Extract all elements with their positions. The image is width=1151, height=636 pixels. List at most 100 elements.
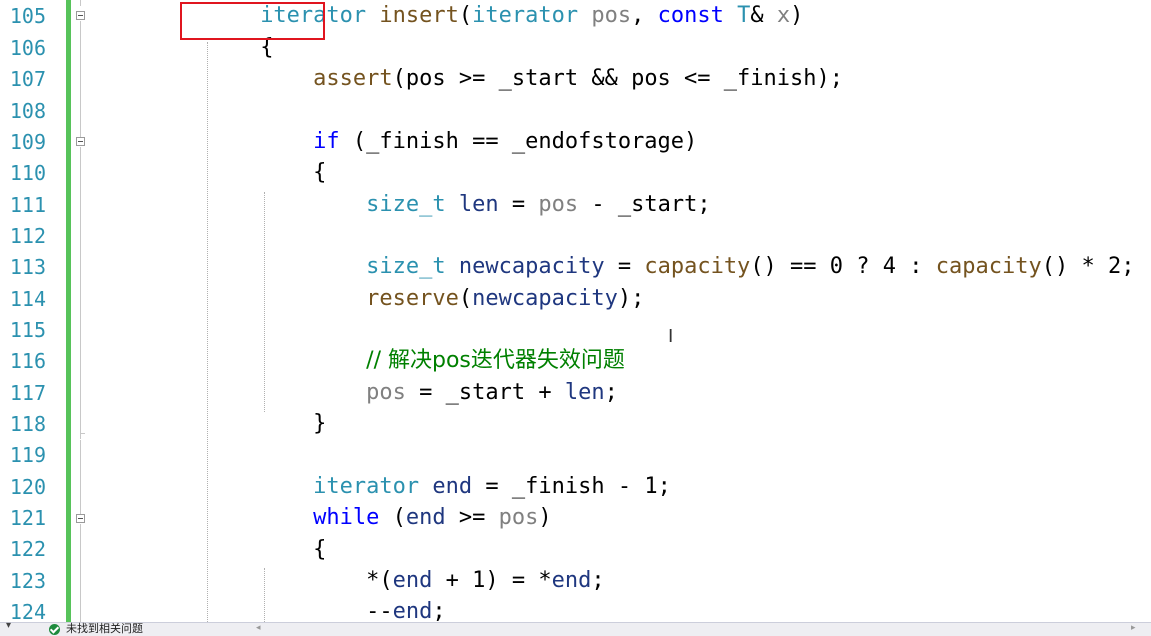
token-function-name: insert (379, 3, 459, 28)
code-line-120: iterator end = _finish - 1; (88, 471, 671, 502)
code-line-107: assert(pos >= _start && pos <= _finish); (88, 63, 843, 94)
token-type: size_t (366, 192, 446, 217)
token-function: capacity (935, 254, 1042, 279)
fold-guide (80, 440, 81, 514)
token-local: newcapacity (472, 286, 618, 311)
token-punct: & (750, 3, 777, 28)
token-function: capacity (644, 254, 751, 279)
token-punct: ( (458, 3, 473, 28)
token-punct: , (631, 3, 658, 28)
token-param: pos (498, 505, 539, 530)
token-local: end (392, 599, 433, 622)
code-line-118: } (88, 408, 326, 439)
line-number: 122 (9, 537, 46, 561)
token-text: -- (366, 599, 393, 622)
collapse-toggle-icon[interactable] (76, 137, 85, 146)
line-number: 121 (9, 506, 46, 530)
token-type: size_t (366, 254, 446, 279)
line-number: 117 (9, 381, 46, 405)
scroll-left-arrow-icon[interactable]: ◂ (256, 623, 261, 633)
token-local: newcapacity (458, 254, 605, 279)
token-text: ; (432, 599, 446, 622)
collapse-toggle-icon[interactable] (76, 11, 85, 20)
token-text: () == 0 ? 4 : (750, 254, 936, 279)
code-line-121: while (end >= pos) (88, 502, 552, 533)
check-circle-icon (49, 624, 60, 635)
line-number: 108 (9, 99, 46, 123)
token-local: end (551, 568, 592, 593)
token-text: *( (366, 568, 393, 593)
fold-guide (80, 21, 81, 137)
line-number: 118 (9, 412, 46, 436)
code-line-110: { (88, 157, 326, 188)
token-text: + 1) = * (432, 568, 552, 593)
fold-guide (80, 524, 81, 622)
collapse-toggle-icon[interactable] (76, 514, 85, 523)
code-line-113: size_t newcapacity = capacity() == 0 ? 4… (88, 251, 1134, 282)
token-type: iterator (313, 474, 420, 499)
line-number: 114 (9, 287, 46, 311)
line-number: 106 (9, 36, 46, 60)
code-line-122: { (88, 534, 326, 565)
token-text: ( (458, 286, 473, 311)
code-line-111: size_t len = pos - _start; (88, 189, 711, 220)
fold-guide (80, 147, 81, 439)
fold-guide (80, 0, 81, 6)
token-text: ; (591, 568, 605, 593)
line-number: 115 (9, 318, 46, 342)
code-line-123: *(end + 1) = *end; (88, 565, 605, 596)
token-text: = (604, 254, 645, 279)
scroll-right-arrow-icon[interactable]: ▸ (1131, 623, 1136, 633)
token-brace: } (313, 411, 327, 436)
code-line-114: reserve(newcapacity); (88, 283, 644, 314)
code-line-109: if (_finish == _endofstorage) (88, 126, 697, 157)
line-number: 112 (9, 224, 46, 248)
token-local: len (458, 192, 499, 217)
line-number: 109 (9, 130, 46, 154)
change-tracking-bar (66, 0, 71, 622)
line-number: 123 (9, 569, 46, 593)
token-param: pos (591, 3, 632, 28)
token-brace: { (313, 537, 327, 562)
line-number: 113 (9, 255, 46, 279)
token-keyword: const (657, 3, 724, 28)
line-number: 105 (9, 4, 46, 28)
token-type: T (737, 3, 751, 28)
token-local: end (432, 474, 473, 499)
token-text: = _start + (405, 380, 565, 405)
token-keyword: if (313, 129, 340, 154)
token-text: ) (538, 505, 552, 530)
token-keyword: while (313, 505, 380, 530)
issues-status-text[interactable]: 未找到相关问题 (66, 622, 143, 635)
line-number: 111 (9, 193, 46, 217)
fold-end-mark (80, 433, 85, 434)
token-param: pos (538, 192, 579, 217)
code-line-116: // 解决pos迭代器失效问题 (88, 345, 625, 376)
token-text: = _finish - 1; (472, 474, 671, 499)
line-number: 120 (9, 475, 46, 499)
token-text: - _start; (578, 192, 711, 217)
token-comment: // 解决pos迭代器失效问题 (366, 348, 625, 373)
token-text: (pos >= _start && pos <= _finish); (392, 66, 843, 91)
token-text: (_finish == _endofstorage) (339, 129, 698, 154)
token-local: end (392, 568, 433, 593)
token-local: end (405, 505, 446, 530)
code-editor[interactable]: 105 106 107 108 109 110 111 112 113 114 … (0, 0, 1151, 622)
token-function: reserve (366, 286, 459, 311)
token-text: ); (617, 286, 645, 311)
text-cursor-icon: I (668, 326, 674, 347)
token-brace: { (313, 160, 327, 185)
zoom-dropdown-icon[interactable]: ▾ (6, 620, 11, 631)
token-type: iterator (472, 3, 579, 28)
line-number: 116 (9, 349, 46, 373)
line-number: 124 (9, 600, 46, 622)
token-text: ( (379, 505, 406, 530)
token-text: ; (604, 380, 618, 405)
token-punct: ) (790, 3, 804, 28)
token-text: () * 2; (1041, 254, 1135, 279)
line-number: 119 (9, 443, 46, 467)
